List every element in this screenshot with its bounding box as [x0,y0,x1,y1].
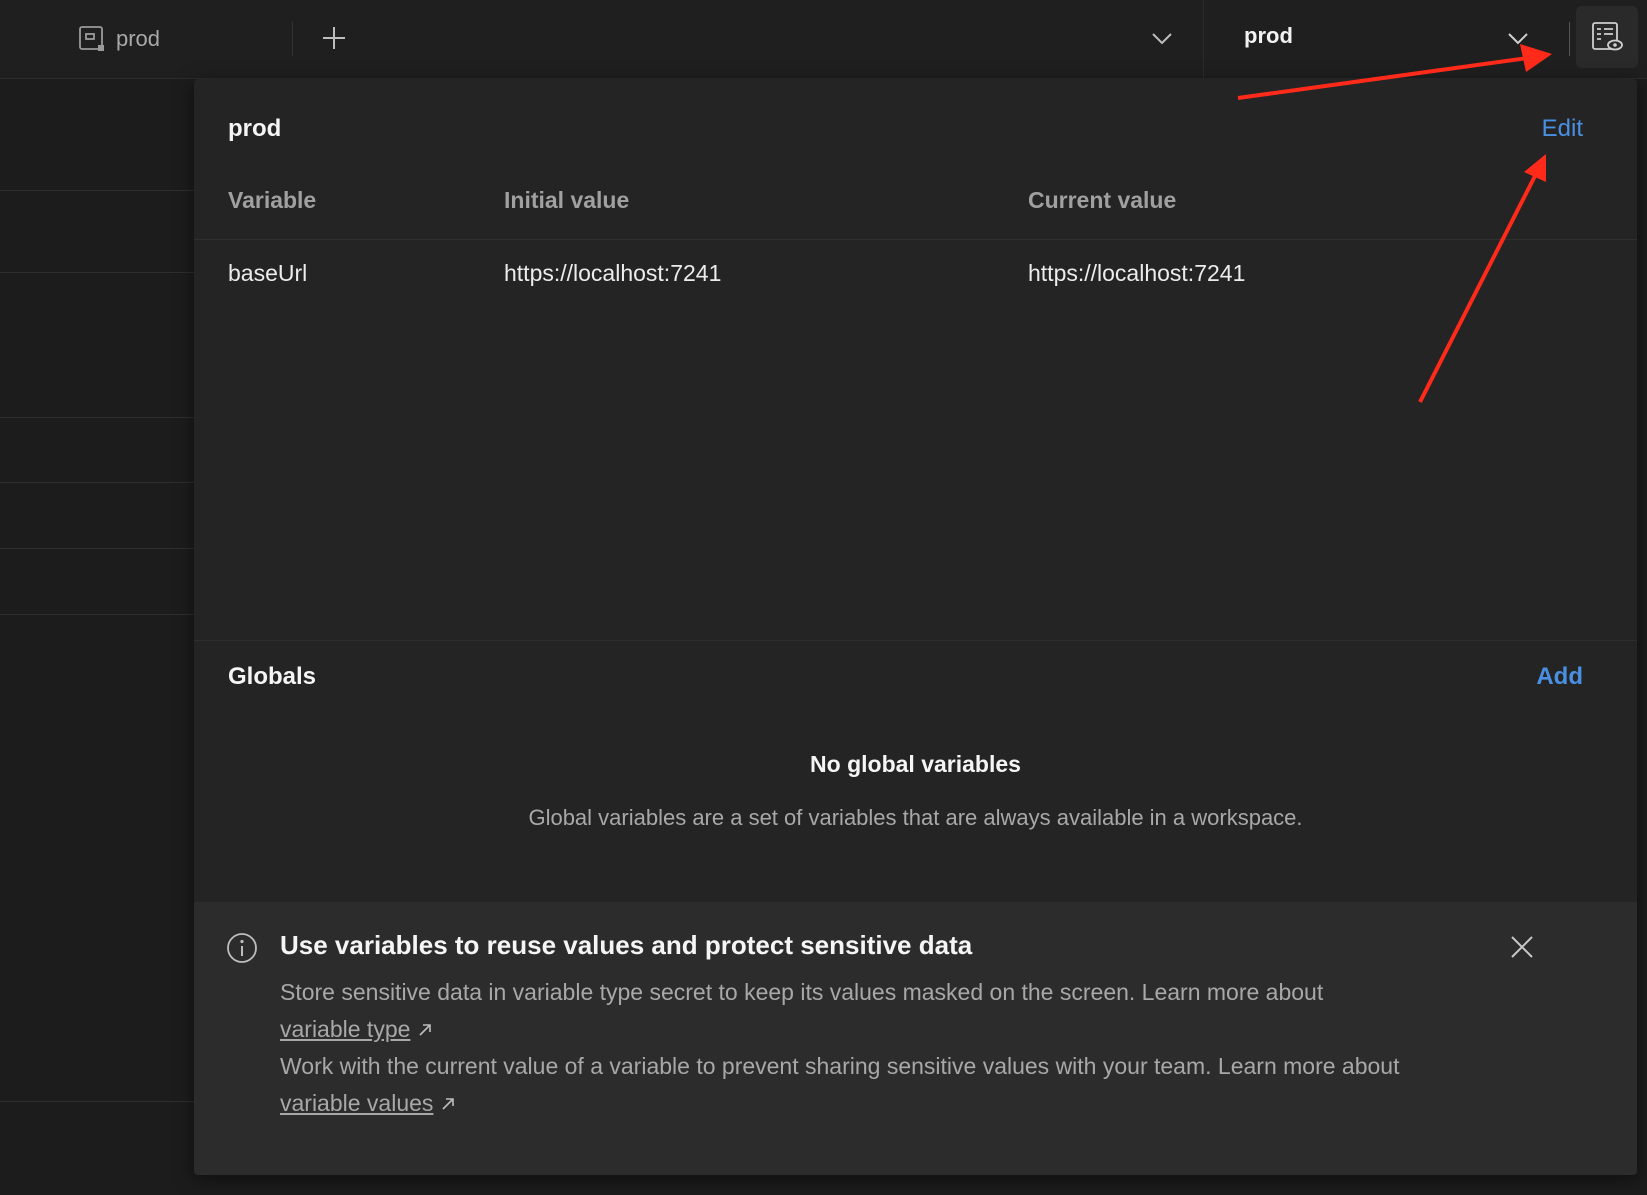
column-header-initial-value: Initial value [504,187,630,213]
variable-values-link[interactable]: variable values [280,1090,433,1116]
banner-title: Use variables to reuse values and protec… [280,930,973,960]
variable-type-link[interactable]: variable type [280,1016,410,1042]
divider [1569,22,1570,56]
sidebar-divider [0,614,194,615]
table-header-divider [194,239,1637,240]
sidebar-divider [0,548,194,549]
banner-text: Store sensitive data in variable type se… [280,979,1324,1005]
globals-title: Globals [228,663,317,690]
column-header-variable: Variable [228,187,317,213]
column-header-current-value: Current value [1028,187,1177,213]
environment-selector[interactable]: prod [1204,0,1534,78]
close-icon[interactable] [1507,932,1537,962]
tab-divider [292,22,293,56]
initial-value-cell: https://localhost:7241 [504,260,722,286]
empty-state-title: No global variables [810,751,1021,777]
sidebar-divider [0,417,194,418]
chevron-down-icon[interactable] [1148,24,1176,52]
environment-tab[interactable]: prod [78,22,160,56]
sidebar-divider [0,482,194,483]
sidebar [0,79,194,1195]
environment-selector-label: prod [1244,23,1293,48]
plus-icon [323,27,345,49]
info-banner: Use variables to reuse values and protec… [194,902,1637,1175]
banner-text: Work with the current value of a variabl… [280,1053,1400,1079]
banner-paragraph: Work with the current value of a variabl… [280,1048,1480,1122]
sidebar-divider [0,190,194,191]
environment-title: prod [228,115,282,142]
environment-tab-icon [79,26,104,51]
environment-quick-look-panel: prod Edit Variable Initial value Current… [194,79,1637,1175]
empty-state-description: Global variables are a set of variables … [528,805,1303,830]
environment-quick-look-button[interactable] [1576,6,1638,68]
sidebar-divider [0,1101,194,1102]
external-link-icon [442,1098,455,1110]
top-bar: prod prod [0,0,1647,79]
external-link-icon [419,1024,432,1036]
info-icon [227,933,257,963]
banner-paragraph: Store sensitive data in variable type se… [280,974,1480,1048]
tab-label: prod [116,26,161,51]
environment-quick-look-icon [1592,22,1623,51]
edit-environment-link[interactable]: Edit [1542,115,1583,143]
chevron-down-icon [1508,33,1528,45]
current-value-cell: https://localhost:7241 [1028,260,1246,286]
variable-name-cell: baseUrl [228,260,308,286]
new-tab-button[interactable] [318,22,350,54]
add-global-link[interactable]: Add [1536,663,1583,691]
section-divider [194,640,1637,641]
sidebar-divider [0,272,194,273]
